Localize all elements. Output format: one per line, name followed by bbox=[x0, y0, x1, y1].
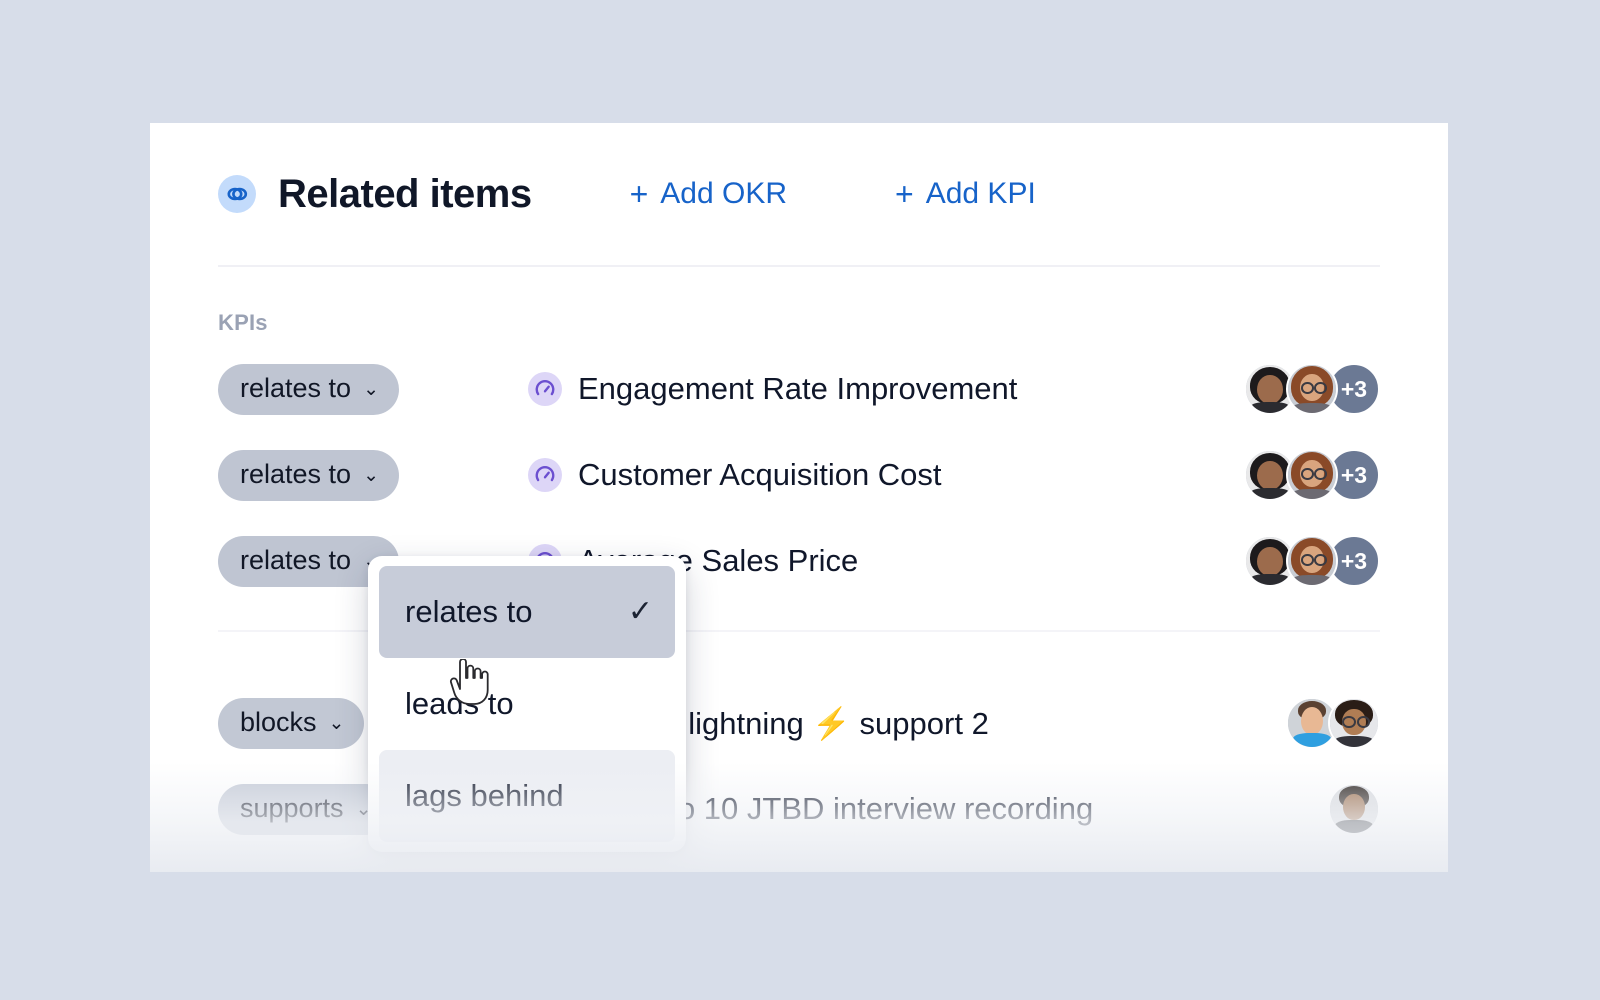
item-title: Customer Acquisition Cost bbox=[578, 457, 942, 492]
chevron-down-icon: ⌄ bbox=[363, 464, 379, 486]
relation-dropdown-trigger[interactable]: supports ⌄ bbox=[218, 783, 392, 835]
relation-label: relates to bbox=[240, 458, 352, 489]
gauge-icon bbox=[528, 458, 562, 492]
avatar-group[interactable]: +3 bbox=[1244, 449, 1380, 501]
add-kpi-label: Add KPI bbox=[925, 177, 1036, 210]
card-header: Related items + Add OKR + Add KPI bbox=[218, 123, 1380, 265]
page-title: Related items bbox=[278, 171, 532, 216]
relation-dropdown-trigger[interactable]: blocks ⌄ bbox=[218, 697, 365, 749]
avatar-group[interactable]: +3 bbox=[1244, 535, 1380, 587]
header-actions: + Add OKR + Add KPI bbox=[630, 177, 1036, 211]
relation-dropdown-trigger[interactable]: relates to ⌄ bbox=[218, 449, 399, 501]
avatar-group[interactable] bbox=[1286, 697, 1380, 749]
relation-label: blocks bbox=[240, 706, 317, 737]
relation-label: relates to bbox=[240, 372, 352, 403]
section-label-kpis: KPIs bbox=[218, 310, 268, 335]
relation-dropdown-trigger[interactable]: relates to ⌄ bbox=[218, 363, 399, 415]
add-okr-button[interactable]: + Add OKR bbox=[630, 177, 787, 211]
related-items-card: Related items + Add OKR + Add KPI KPIs r… bbox=[150, 123, 1448, 872]
dropdown-option-leads-to[interactable]: leads to bbox=[379, 658, 675, 750]
relation-label: supports bbox=[240, 792, 344, 823]
chevron-down-icon: ⌄ bbox=[328, 712, 345, 734]
relation-label: relates to bbox=[240, 544, 352, 575]
item-title: Engagement Rate Improvement bbox=[578, 371, 1018, 406]
dropdown-option-relates-to[interactable]: relates to ✓ bbox=[379, 566, 675, 658]
avatar bbox=[1328, 783, 1380, 835]
row-content: Engagement Rate Improvement bbox=[528, 371, 1017, 407]
dropdown-option-lags-behind[interactable]: lags behind bbox=[379, 750, 675, 842]
add-okr-label: Add OKR bbox=[660, 177, 788, 210]
table-row[interactable]: relates to ⌄ Engagement Rate Improvement bbox=[218, 346, 1380, 432]
avatar-group[interactable]: +3 bbox=[1244, 363, 1380, 415]
plus-icon: + bbox=[895, 176, 914, 212]
chevron-down-icon: ⌄ bbox=[363, 378, 379, 400]
linked-rings-icon bbox=[218, 175, 256, 213]
dropdown-option-label: leads to bbox=[405, 686, 514, 721]
avatar bbox=[1328, 697, 1380, 749]
row-content: Customer Acquisition Cost bbox=[528, 457, 942, 493]
avatar bbox=[1286, 535, 1338, 587]
plus-icon: + bbox=[629, 176, 649, 212]
add-kpi-button[interactable]: + Add KPI bbox=[895, 177, 1036, 211]
avatar bbox=[1286, 449, 1338, 501]
card-content: Related items + Add OKR + Add KPI KPIs r… bbox=[150, 123, 1448, 852]
gauge-icon bbox=[528, 372, 562, 406]
avatar bbox=[1286, 363, 1338, 415]
check-icon: ✓ bbox=[627, 595, 653, 628]
relation-dropdown-menu[interactable]: relates to ✓ leads to lags behind bbox=[368, 556, 686, 852]
avatar-group[interactable] bbox=[1328, 783, 1380, 835]
dropdown-option-label: relates to bbox=[405, 594, 533, 629]
table-row[interactable]: relates to ⌄ Customer Acquisition Cost +… bbox=[218, 432, 1380, 518]
dropdown-option-label: lags behind bbox=[405, 778, 564, 813]
